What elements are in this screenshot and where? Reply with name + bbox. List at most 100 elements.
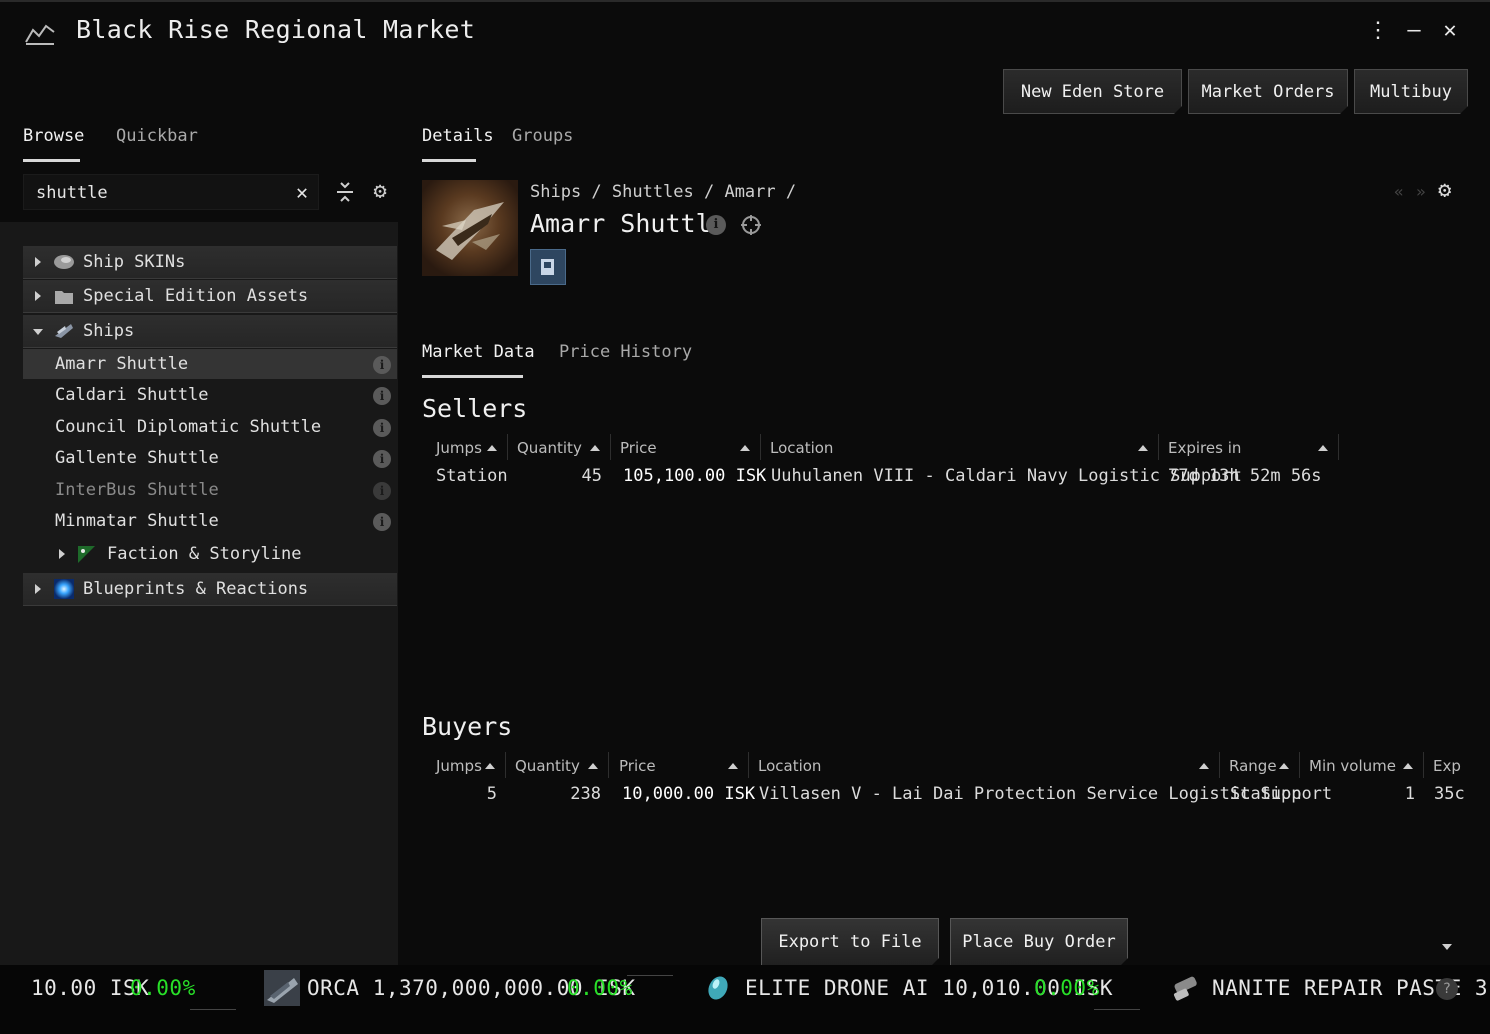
tree-group-faction-storyline[interactable]: Faction & Storyline [23,538,397,571]
col-location[interactable]: Location [758,757,821,775]
tree-label: Faction & Storyline [107,544,302,564]
help-icon[interactable]: ? [1436,978,1458,1000]
tab-browse-underline [23,159,80,162]
history-back-icon[interactable]: « [1394,182,1404,201]
col-quantity[interactable]: Quantity [515,757,580,775]
tree-group-ship-skins[interactable]: Ship SKINs [23,246,397,279]
col-expires[interactable]: Expires in [1168,439,1241,457]
details-settings-gear-icon[interactable]: ⚙ [1438,178,1451,203]
ticker-item-change: 0.00% [130,976,196,1000]
info-icon[interactable]: i [373,450,391,468]
col-expires[interactable]: Exp [1433,757,1461,775]
column-divider[interactable] [760,434,761,460]
ticker-sparkline [190,1009,236,1010]
info-icon[interactable]: i [373,513,391,531]
col-range[interactable]: Range [1229,757,1277,775]
sort-asc-icon [1403,763,1413,769]
place-buy-order-button[interactable]: Place Buy Order [950,918,1128,966]
tree-group-special-edition-assets[interactable]: Special Edition Assets [23,280,397,313]
tree-item-council-diplomatic-shuttle[interactable]: Council Diplomatic Shuttle i [23,412,397,443]
faction-flag-icon [78,546,95,563]
scroll-down-arrow-icon[interactable] [1441,942,1453,952]
target-crosshair-icon[interactable] [741,215,761,235]
info-icon[interactable]: i [373,356,391,374]
cell-expires: 77d 13h 52m 56s [1168,466,1322,486]
sort-asc-icon [728,763,738,769]
market-ticker: 10.00 ISK 0.00% ORCA 1,370,000,000.00 IS… [0,965,1490,1034]
market-orders-button[interactable]: Market Orders [1188,69,1348,114]
buyers-title: Buyers [422,712,513,741]
chevron-right-icon [35,584,41,594]
info-icon[interactable]: i [373,419,391,437]
sort-asc-icon [588,763,598,769]
info-icon[interactable]: i [373,482,391,500]
column-divider[interactable] [1423,752,1424,778]
col-min-volume[interactable]: Min volume [1309,757,1396,775]
tree-item-minmatar-shuttle[interactable]: Minmatar Shuttle i [23,506,397,537]
column-divider[interactable] [507,434,508,460]
export-to-file-button[interactable]: Export to File [761,918,939,966]
column-divider[interactable] [1158,434,1159,460]
column-divider[interactable] [1299,752,1300,778]
clear-search-icon[interactable]: ✕ [290,180,314,204]
col-jumps[interactable]: Jumps [436,439,482,457]
sort-asc-icon [1138,445,1148,451]
close-icon[interactable]: ✕ [1438,18,1462,43]
column-divider[interactable] [608,752,609,778]
chevron-right-icon [35,291,41,301]
sort-asc-icon [590,445,600,451]
folder-icon [55,291,73,304]
tab-groups[interactable]: Groups [512,126,573,146]
tab-market-data[interactable]: Market Data [422,342,535,362]
column-divider[interactable] [748,752,749,778]
tab-browse[interactable]: Browse [23,126,84,146]
title-bar[interactable]: Black Rise Regional Market ⋮ — ✕ [0,2,1490,62]
tab-details[interactable]: Details [422,126,494,146]
item-title: Amarr Shuttle [530,209,726,238]
tree-label: Ships [83,321,135,341]
window-menu-icon[interactable]: ⋮ [1366,18,1390,43]
tree-group-blueprints-reactions[interactable]: Blueprints & Reactions [23,573,397,606]
ticker-sparkline [627,975,673,976]
cell-expires: 35c [1434,784,1464,804]
drone-ai-icon [708,976,728,1000]
ticker-item-change: 0.00% [567,976,633,1000]
ticker-item-change: 0.00% [1034,976,1100,1000]
history-forward-icon[interactable]: » [1416,182,1426,201]
tree-item-interbus-shuttle[interactable]: InterBus Shuttle i [23,475,397,506]
sort-asc-icon [487,445,497,451]
shuttle-render-icon [436,202,504,260]
tree-label: Blueprints & Reactions [83,579,309,599]
column-divider[interactable] [1219,752,1220,778]
tree-group-ships[interactable]: Ships [23,315,397,348]
col-quantity[interactable]: Quantity [517,439,582,457]
sort-asc-icon [1199,763,1209,769]
settings-gear-icon[interactable]: ⚙ [366,178,394,206]
tree-item-caldari-shuttle[interactable]: Caldari Shuttle i [23,380,397,411]
col-price[interactable]: Price [619,757,656,775]
col-price[interactable]: Price [620,439,657,457]
breadcrumb[interactable]: Ships / Shuttles / Amarr / [530,182,796,202]
column-divider[interactable] [610,434,611,460]
multibuy-button[interactable]: Multibuy [1354,69,1468,114]
tree-label: Minmatar Shuttle [55,511,219,531]
filter-icon[interactable] [331,178,359,206]
tab-market-data-underline [422,375,523,378]
compare-badge-icon[interactable] [530,249,566,285]
info-icon[interactable]: i [706,215,726,235]
info-icon[interactable]: i [373,387,391,405]
search-input[interactable] [36,181,286,205]
col-location[interactable]: Location [770,439,833,457]
market-chart-icon [25,24,55,45]
column-divider[interactable] [1338,434,1339,460]
minimize-icon[interactable]: — [1402,18,1426,43]
col-jumps[interactable]: Jumps [436,757,482,775]
new-eden-store-button[interactable]: New Eden Store [1003,69,1182,114]
tree-item-amarr-shuttle[interactable]: Amarr Shuttle i [23,349,397,379]
tab-price-history[interactable]: Price History [559,342,692,362]
cell-jumps: 5 [486,784,497,804]
tree-item-gallente-shuttle[interactable]: Gallente Shuttle i [23,443,397,474]
column-divider[interactable] [505,752,506,778]
sort-asc-icon [485,763,495,769]
tab-quickbar[interactable]: Quickbar [116,126,198,146]
